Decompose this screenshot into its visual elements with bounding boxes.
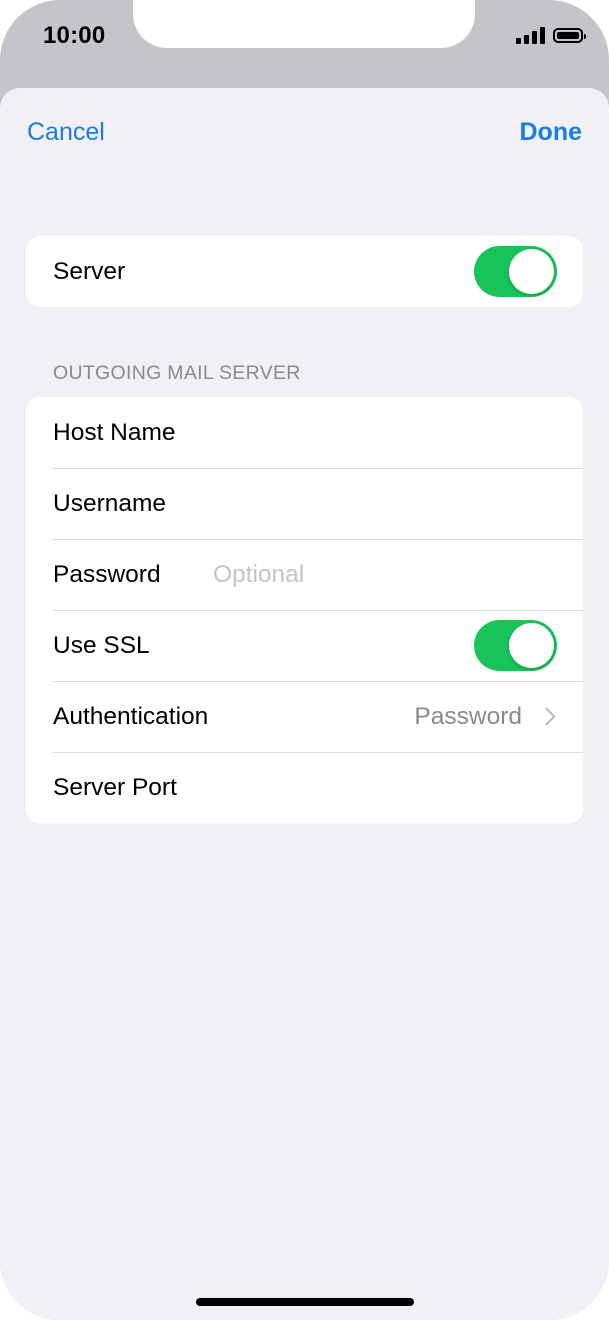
chevron-right-icon xyxy=(537,707,556,726)
host-name-label: Host Name xyxy=(53,418,176,446)
password-label: Password xyxy=(53,560,161,588)
authentication-value: Password xyxy=(414,702,522,730)
use-ssl-label: Use SSL xyxy=(53,631,150,659)
password-row[interactable]: Password Optional xyxy=(26,539,583,610)
home-indicator xyxy=(196,1298,414,1306)
phone-frame: 10:00 Cancel Done Server OUTGOING MAIL S… xyxy=(0,0,609,1320)
outgoing-server-group: Host Name Username Password Optional Use… xyxy=(26,397,583,823)
host-name-row[interactable]: Host Name xyxy=(26,397,583,468)
use-ssl-toggle[interactable] xyxy=(474,620,557,671)
cellular-signal-icon xyxy=(516,27,545,44)
done-button[interactable]: Done xyxy=(520,118,583,147)
cancel-button[interactable]: Cancel xyxy=(27,118,105,147)
server-port-row[interactable]: Server Port xyxy=(26,752,583,823)
authentication-value-wrap: Password xyxy=(414,703,557,731)
outgoing-section-header: OUTGOING MAIL SERVER xyxy=(53,362,301,384)
use-ssl-row[interactable]: Use SSL xyxy=(26,610,583,681)
server-port-label: Server Port xyxy=(53,773,177,801)
username-label: Username xyxy=(53,489,167,517)
server-toggle[interactable] xyxy=(474,246,557,297)
status-time: 10:00 xyxy=(43,22,106,49)
authentication-row[interactable]: Authentication Password xyxy=(26,681,583,752)
notch xyxy=(133,0,475,48)
server-label: Server xyxy=(53,257,126,285)
username-row[interactable]: Username xyxy=(26,468,583,539)
server-group: Server xyxy=(26,236,583,307)
server-row[interactable]: Server xyxy=(26,236,583,307)
password-field[interactable]: Optional xyxy=(213,561,304,589)
status-icons xyxy=(516,27,586,44)
authentication-label: Authentication xyxy=(53,702,209,730)
battery-icon xyxy=(553,28,586,43)
